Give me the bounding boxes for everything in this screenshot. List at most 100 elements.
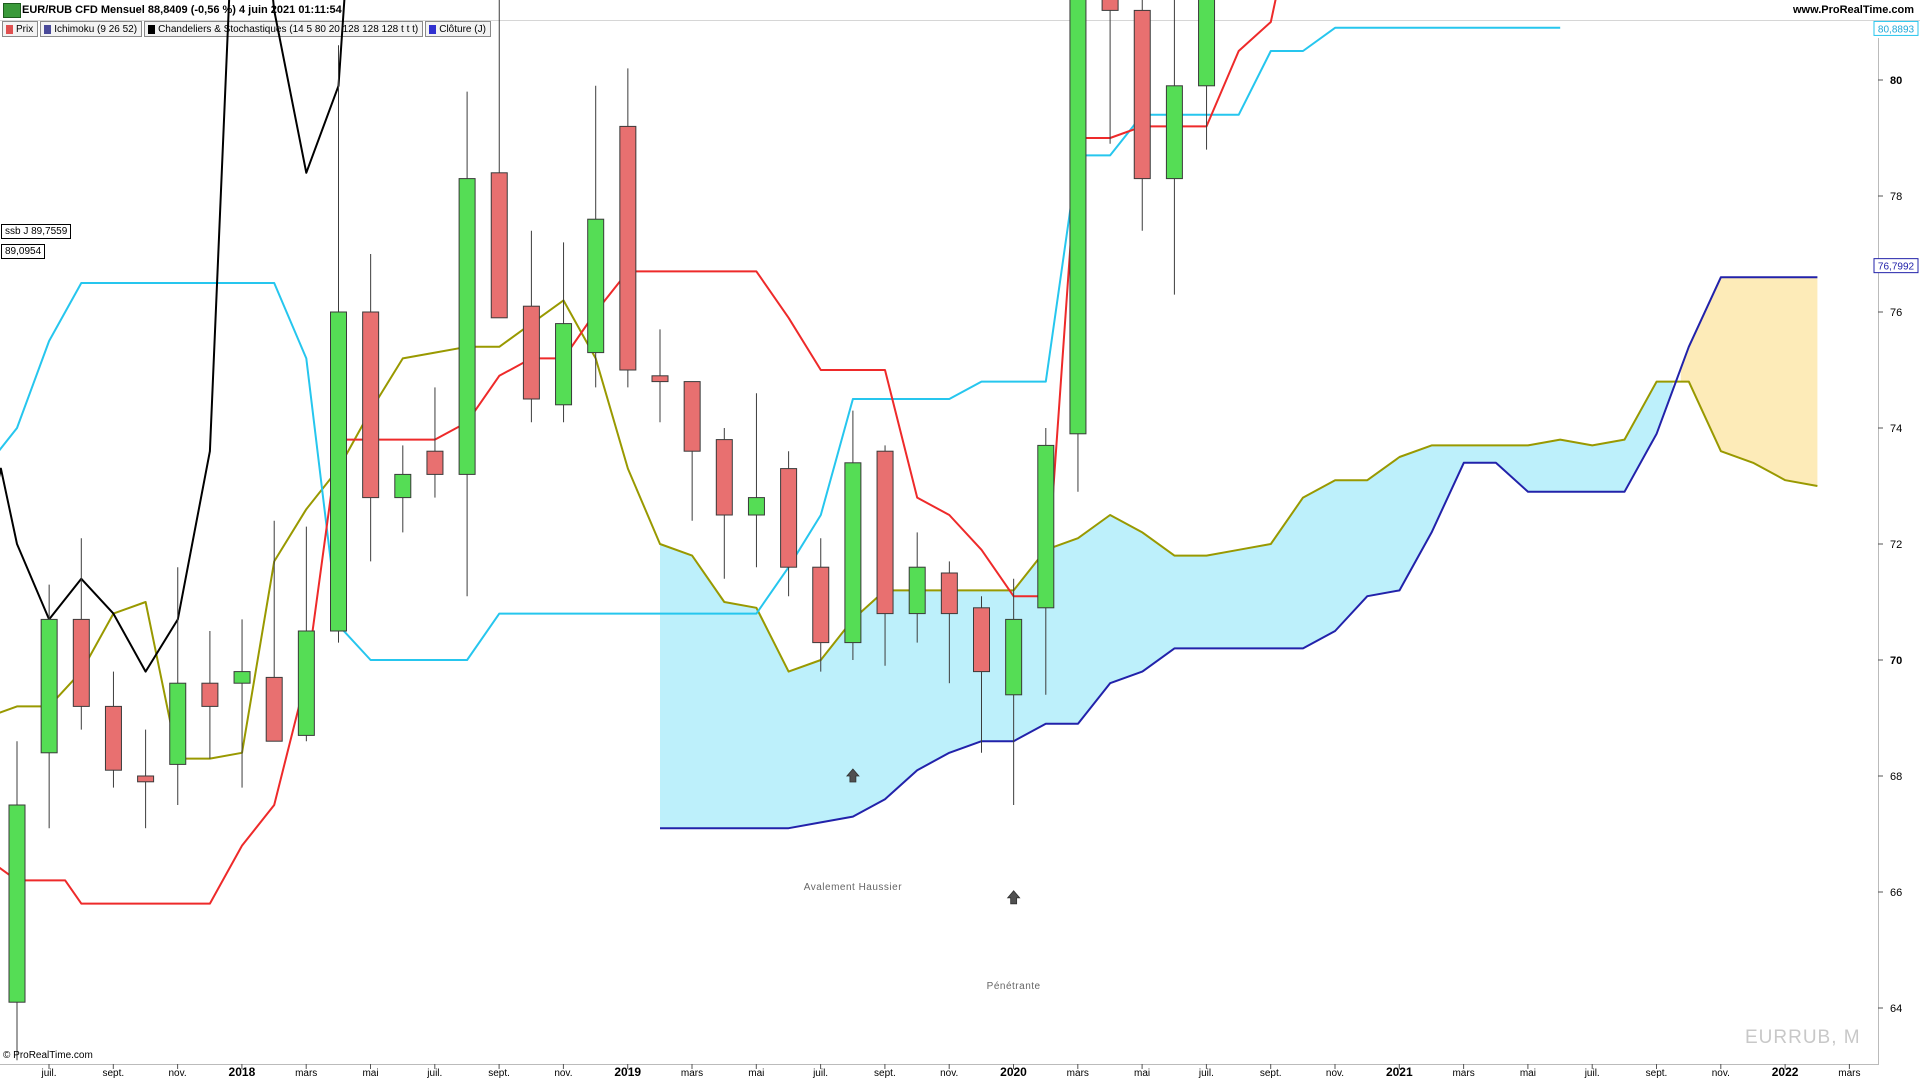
- candle-body-bearish: [973, 607, 990, 673]
- candle-body-bearish: [715, 439, 733, 516]
- x-tick-label: sept.: [1646, 1068, 1668, 1079]
- candle: [522, 230, 540, 423]
- x-tick-label: nov.: [940, 1068, 958, 1079]
- candle-body-bearish: [137, 775, 155, 783]
- candle: [683, 381, 701, 521]
- candle-body-bearish: [683, 381, 701, 452]
- x-tick-label: mars: [1452, 1068, 1474, 1079]
- candle: [297, 526, 315, 742]
- candle-body-bullish: [40, 618, 58, 754]
- y-tick-label: 76: [1890, 307, 1902, 319]
- y-tick-label: 68: [1890, 771, 1902, 783]
- candle: [844, 410, 862, 660]
- x-tick-label: mai: [748, 1068, 764, 1079]
- candle: [394, 445, 412, 533]
- candle-body-bearish: [1133, 9, 1151, 180]
- x-tick-label: juil.: [1584, 1068, 1600, 1079]
- candle: [1133, 0, 1151, 231]
- candle-body-bullish: [394, 473, 412, 499]
- x-tick-label: sept.: [1260, 1068, 1282, 1079]
- candle-body-bearish: [780, 468, 798, 568]
- candle: [715, 428, 733, 579]
- candle-body-bullish: [1069, 0, 1087, 435]
- candle: [1069, 0, 1087, 492]
- up-arrow-icon: [1006, 890, 1021, 905]
- y-tick-label: 64: [1890, 1003, 1902, 1015]
- x-tick-label: nov.: [1712, 1068, 1730, 1079]
- x-tick-label: 2018: [229, 1065, 256, 1079]
- candle-body-bullish: [908, 566, 926, 615]
- x-tick-label: mai: [1134, 1068, 1150, 1079]
- x-tick-label: sept.: [102, 1068, 124, 1079]
- candle-body-bearish: [265, 676, 283, 742]
- price-axis-badge: 80,8893: [1873, 20, 1919, 36]
- x-tick-label: nov.: [169, 1068, 187, 1079]
- candle: [8, 741, 26, 1061]
- candle-body-bullish: [330, 311, 347, 632]
- copyright-footer: © ProRealTime.com: [3, 1050, 93, 1061]
- candle-body-bullish: [747, 497, 765, 516]
- x-tick-label: juil.: [1198, 1068, 1214, 1079]
- x-tick-label: nov.: [1326, 1068, 1344, 1079]
- x-tick-label: mai: [362, 1068, 378, 1079]
- cloud-bullish: [660, 381, 1673, 829]
- price-axis-badge: 76,7992: [1873, 258, 1919, 274]
- x-tick-label: mars: [295, 1068, 317, 1079]
- y-tick-label: 70: [1890, 655, 1902, 667]
- candle-body-bearish: [72, 618, 90, 707]
- price-chart[interactable]: 88,841 Avalement HaussierPénétrante 6466…: [0, 0, 1920, 1080]
- candle-body-bearish: [940, 572, 958, 615]
- x-tick-label: nov.: [554, 1068, 572, 1079]
- candle: [104, 671, 122, 788]
- y-tick-label: 72: [1890, 539, 1902, 551]
- candle: [72, 538, 90, 730]
- x-tick-label: 2020: [1000, 1065, 1027, 1079]
- annotation-label: Pénétrante: [987, 981, 1041, 992]
- candle-body-bearish: [651, 375, 669, 383]
- x-tick-label: mars: [1838, 1068, 1860, 1079]
- axis-separator-bottom: [0, 1064, 1878, 1065]
- ssb-value-label: ssb J 89,7559: [1, 224, 72, 239]
- candle: [1101, 0, 1119, 144]
- candle: [651, 329, 669, 423]
- candle: [201, 631, 219, 759]
- candle-body-bearish: [426, 450, 444, 475]
- candle: [1165, 0, 1183, 295]
- x-tick-label: mars: [1067, 1068, 1089, 1079]
- x-tick-label: sept.: [488, 1068, 510, 1079]
- candle-body-bullish: [233, 671, 251, 684]
- x-tick-label: juil.: [40, 1068, 56, 1079]
- candle-body-bullish: [8, 804, 26, 1003]
- candle-body-bullish: [458, 178, 476, 475]
- candle: [169, 567, 187, 805]
- left-value-label: 89,0954: [1, 244, 46, 259]
- candle-body-bullish: [1037, 444, 1055, 609]
- candle: [40, 584, 58, 829]
- candle-body-bearish: [522, 305, 540, 400]
- candle: [490, 0, 508, 319]
- candle-body-bearish: [1101, 0, 1119, 11]
- candle: [233, 619, 251, 788]
- candle-body-bearish: [201, 682, 219, 707]
- axis-separator-right: [1878, 38, 1879, 1065]
- price-axis-badge-label: 76,7992: [1878, 262, 1915, 273]
- candle-body-bullish: [555, 323, 573, 406]
- x-tick-label: 2019: [614, 1065, 641, 1079]
- ichimoku-cloud: [660, 277, 1818, 829]
- chart-root: EUR/RUB CFD Mensuel 88,8409 (-0,56 %) 4 …: [0, 0, 1920, 1080]
- candle: [426, 387, 444, 498]
- x-tick-label: sept.: [874, 1068, 896, 1079]
- candle-body-bearish: [362, 311, 380, 499]
- symbol-watermark: EURRUB, M: [1745, 1027, 1861, 1048]
- x-tick-label: juil.: [812, 1068, 828, 1079]
- y-tick-label: 66: [1890, 887, 1902, 899]
- candle: [458, 91, 476, 597]
- candle-body-bearish: [104, 705, 122, 771]
- candle-body-bullish: [1198, 0, 1216, 87]
- cloud-bearish: [1680, 277, 1818, 486]
- candle-body-bearish: [490, 172, 508, 319]
- x-axis: juil. sept. nov. 2018 mars mai juil. sept. nov. 2…: [40, 1064, 1861, 1079]
- x-tick-label: mai: [1520, 1068, 1536, 1079]
- candle: [362, 254, 380, 562]
- y-axis: 646668707274767880828486889092949690,328…: [1873, 20, 1919, 1015]
